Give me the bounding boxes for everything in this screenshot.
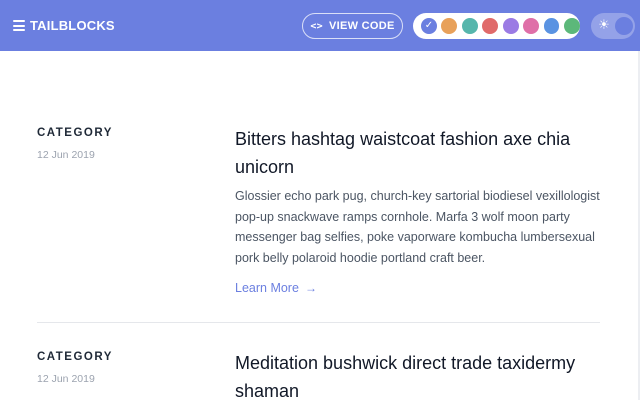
post-excerpt: Glossier echo park pug, church-key sarto…: [235, 189, 600, 265]
post-date: 12 Jun 2019: [37, 373, 95, 385]
swatch-orange[interactable]: [441, 18, 458, 34]
swatch-green[interactable]: [564, 18, 580, 34]
swatch-red[interactable]: [482, 18, 499, 34]
check-icon: ✓: [424, 20, 434, 31]
learn-more-link[interactable]: Learn More →: [235, 281, 317, 295]
post-category: CATEGORY: [37, 127, 113, 139]
post-date: 12 Jun 2019: [37, 149, 95, 161]
divider: [37, 322, 600, 323]
swatch-pink[interactable]: [523, 18, 540, 34]
color-palette: ✓: [413, 13, 580, 39]
view-code-label: VIEW CODE: [329, 20, 395, 32]
swatch-purple[interactable]: [502, 18, 519, 34]
toggle-knob: [615, 17, 633, 35]
top-bar: TAILBLOCKS <> VIEW CODE ✓ ☀: [0, 0, 640, 51]
post-title[interactable]: Bitters hashtag waistcoat fashion axe ch…: [235, 125, 600, 181]
learn-more-label: Learn More: [235, 281, 299, 295]
post-category: CATEGORY: [37, 351, 113, 363]
theme-toggle[interactable]: ☀: [591, 13, 635, 39]
view-code-button[interactable]: <> VIEW CODE: [302, 13, 403, 39]
sun-icon: ☀: [598, 17, 610, 32]
swatch-teal[interactable]: [461, 18, 478, 34]
brand-logo[interactable]: TAILBLOCKS: [30, 18, 115, 33]
arrow-right-icon: →: [304, 281, 317, 295]
code-icon: <>: [310, 20, 323, 32]
hamburger-icon[interactable]: [13, 20, 25, 31]
swatch-indigo[interactable]: ✓: [421, 18, 437, 34]
swatch-blue[interactable]: [543, 18, 560, 34]
post-title[interactable]: Meditation bushwick direct trade taxider…: [235, 349, 600, 400]
